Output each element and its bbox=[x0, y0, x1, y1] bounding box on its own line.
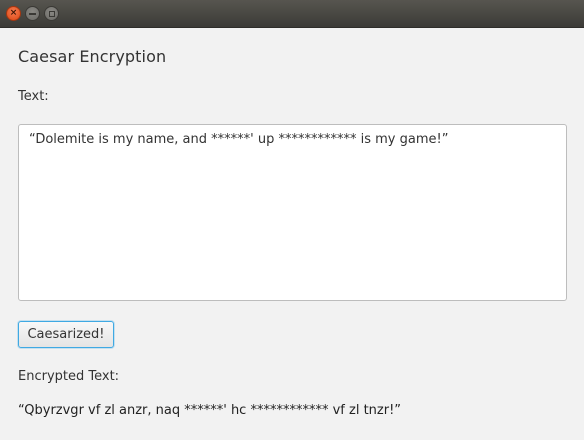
caesarize-button[interactable]: Caesarized! bbox=[18, 321, 114, 348]
close-window-button[interactable]: × bbox=[6, 6, 21, 21]
text-input-label: Text: bbox=[18, 89, 49, 104]
page-title: Caesar Encryption bbox=[18, 47, 167, 66]
close-icon: × bbox=[9, 8, 18, 18]
maximize-icon bbox=[48, 10, 55, 17]
encrypted-text-output: “Qbyrzvgr vf zl anzr, naq ******' hc ***… bbox=[18, 403, 402, 418]
minimize-window-button[interactable] bbox=[25, 6, 40, 21]
plaintext-textarea[interactable]: “Dolemite is my name, and ******' up ***… bbox=[18, 124, 567, 301]
encrypted-text-label: Encrypted Text: bbox=[18, 369, 120, 384]
maximize-window-button[interactable] bbox=[44, 6, 59, 21]
minimize-icon bbox=[29, 13, 36, 15]
window-titlebar[interactable]: × bbox=[0, 0, 584, 28]
